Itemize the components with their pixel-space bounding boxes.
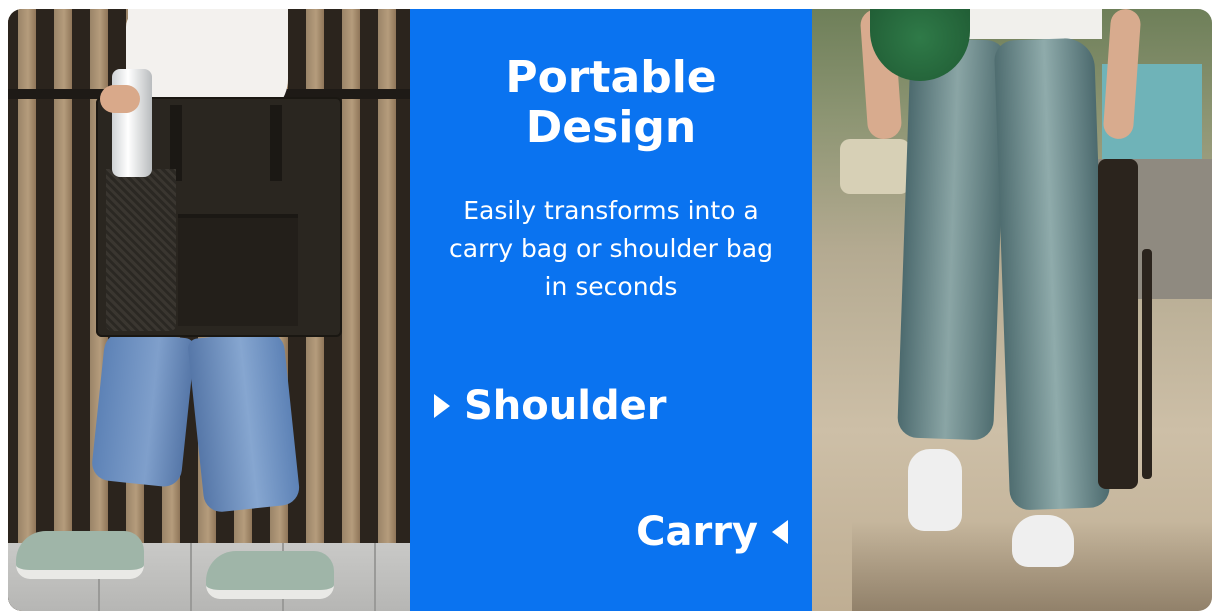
carried-bag <box>1098 159 1138 489</box>
description-line: carry bag or shoulder bag <box>449 234 773 263</box>
product-banner: Portable Design Easily transforms into a… <box>8 9 1212 611</box>
left-sneaker <box>908 449 962 531</box>
hand-carry-photo <box>812 9 1212 611</box>
feature-title: Portable Design <box>410 53 812 153</box>
title-line: Design <box>525 102 697 153</box>
feature-description: Easily transforms into a carry bag or sh… <box>430 192 792 306</box>
triangle-left-icon <box>772 520 788 544</box>
shoulder-label-row: Shoulder <box>434 383 666 429</box>
right-jeans-leg <box>993 37 1111 511</box>
shoulder-label: Shoulder <box>464 383 667 429</box>
right-sneaker <box>1012 515 1074 567</box>
right-jeans-leg <box>187 329 301 514</box>
left-jeans-leg <box>897 37 1007 441</box>
feature-text-panel: Portable Design Easily transforms into a… <box>410 9 812 611</box>
front-pocket <box>178 214 298 326</box>
background-vehicle <box>840 139 910 194</box>
description-line: Easily transforms into a <box>463 196 759 225</box>
left-sneaker <box>16 531 144 579</box>
hand <box>100 85 140 113</box>
title-line: Portable <box>505 52 717 103</box>
shoulder-carry-photo <box>8 9 410 611</box>
description-line: in seconds <box>544 272 678 301</box>
right-sneaker <box>206 551 334 599</box>
triangle-right-icon <box>434 394 450 418</box>
mesh-side-pocket <box>106 169 176 331</box>
carry-label-row: Carry <box>636 509 788 555</box>
white-shirt <box>962 9 1102 39</box>
carry-label: Carry <box>636 509 758 555</box>
bag-strap <box>270 105 282 181</box>
left-jeans-leg <box>90 329 196 489</box>
bag-handle-strap <box>1142 249 1152 479</box>
